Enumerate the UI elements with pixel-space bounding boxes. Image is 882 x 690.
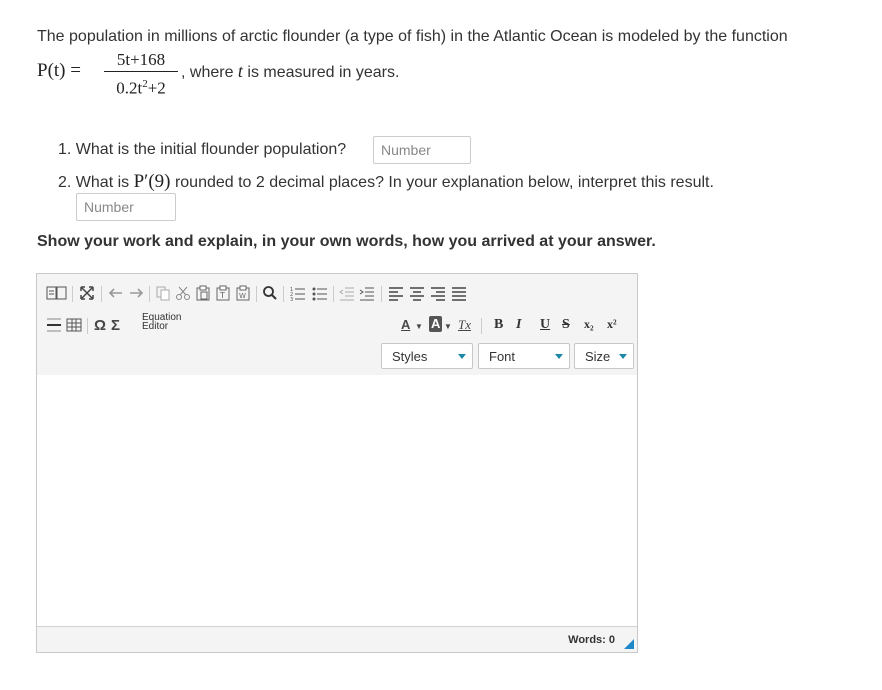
paste-text-icon[interactable]: T [215, 285, 231, 301]
font-color-button[interactable]: A [401, 317, 410, 333]
chevron-down-icon [555, 354, 563, 359]
formula-denominator: 0.2t2+2 [116, 78, 166, 98]
align-right-icon[interactable] [430, 285, 446, 301]
outdent-icon[interactable] [339, 285, 355, 301]
cut-icon[interactable] [175, 285, 191, 301]
source-icon[interactable] [46, 285, 68, 301]
numbered-list-icon[interactable]: 123 [290, 285, 306, 301]
chevron-down-icon [458, 354, 466, 359]
maximize-icon[interactable] [79, 285, 95, 301]
redo-icon[interactable] [128, 286, 144, 300]
background-color-button[interactable]: A [429, 316, 443, 332]
question-part-1: 1. What is the initial flounder populati… [58, 141, 347, 158]
derivative-expression: P′(9) [133, 171, 171, 192]
chevron-down-icon [619, 354, 627, 359]
font-dropdown[interactable]: Font [478, 343, 570, 369]
paste-icon[interactable] [195, 285, 211, 301]
special-character-button[interactable]: Ω [94, 318, 106, 334]
rich-text-editor: T W 123 Ω Σ Equation Editor A ▼ A ▼ Tx B … [36, 273, 638, 653]
word-count: Words: 0 [568, 634, 615, 646]
paste-word-icon[interactable]: W [235, 285, 251, 301]
undo-icon[interactable] [108, 286, 124, 300]
equation-editor-button[interactable]: Equation Editor [142, 313, 181, 332]
remove-format-button[interactable]: Tx [458, 317, 471, 333]
sigma-icon[interactable]: Σ [111, 318, 120, 334]
horizontal-line-icon[interactable] [46, 317, 62, 333]
svg-text:3: 3 [290, 297, 293, 301]
underline-button[interactable]: U [540, 317, 550, 333]
editor-content-area[interactable] [37, 375, 637, 627]
svg-text:T: T [219, 291, 225, 300]
superscript-button[interactable]: x² [607, 317, 617, 332]
justify-icon[interactable] [451, 285, 467, 301]
table-icon[interactable] [66, 317, 82, 333]
formula-fraction: 5t+168 0.2t2+2 [104, 50, 178, 99]
question-part-2: 2. What is P′(9) rounded to 2 decimal pl… [58, 171, 714, 192]
size-dropdown[interactable]: Size [574, 343, 634, 369]
align-center-icon[interactable] [409, 285, 425, 301]
initial-population-input[interactable] [373, 136, 471, 164]
bulleted-list-icon[interactable] [312, 285, 328, 301]
align-left-icon[interactable] [388, 285, 404, 301]
italic-button[interactable]: I [516, 317, 521, 333]
show-work-heading: Show your work and explain, in your own … [37, 233, 656, 250]
find-icon[interactable] [262, 285, 278, 301]
formula-numerator: 5t+168 [116, 50, 166, 69]
editor-toolbar: T W 123 Ω Σ Equation Editor A ▼ A ▼ Tx B … [37, 274, 637, 376]
styles-dropdown[interactable]: Styles [381, 343, 473, 369]
formula-lhs: P(t) = [37, 60, 81, 81]
indent-icon[interactable] [359, 285, 375, 301]
strikethrough-button[interactable]: S [562, 317, 570, 333]
subscript-button[interactable]: x₂ [584, 317, 594, 332]
bold-button[interactable]: B [494, 317, 503, 333]
derivative-value-input[interactable] [76, 193, 176, 221]
copy-icon[interactable] [155, 285, 171, 301]
question-intro: The population in millions of arctic flo… [37, 28, 788, 45]
svg-text:W: W [239, 292, 246, 300]
resize-handle-icon[interactable] [624, 639, 634, 649]
formula-where: , where t is measured in years. [181, 61, 400, 81]
editor-status-bar: Words: 0 [37, 626, 637, 652]
